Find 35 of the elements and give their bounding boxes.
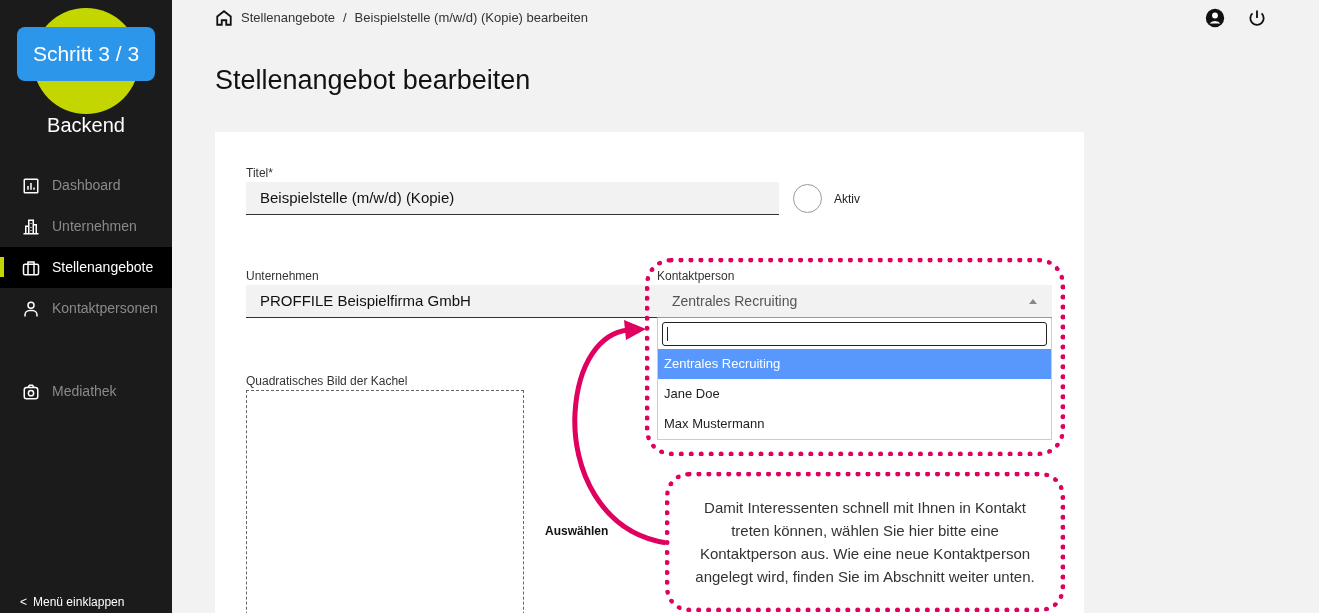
contact-select[interactable]: Zentrales Recruiting <box>657 285 1052 318</box>
nav-item[interactable]: Mediathek <box>0 371 172 412</box>
camera-icon <box>22 382 40 401</box>
field-label: Quadratisches Bild der Kachel <box>246 373 409 390</box>
dropdown-option[interactable]: Max Mustermann <box>658 409 1051 439</box>
title-input[interactable]: Beispielstelle (m/w/d) (Kopie) <box>246 182 779 215</box>
nav-item[interactable]: Dashboard <box>0 165 172 206</box>
breadcrumb-link[interactable]: Stellenangebote <box>241 8 335 28</box>
building-icon <box>22 217 40 236</box>
home-icon[interactable] <box>215 9 233 27</box>
app-title: Backend <box>46 113 126 138</box>
active-toggle[interactable] <box>793 184 822 213</box>
power-icon[interactable] <box>1247 8 1267 28</box>
active-label: Aktiv <box>834 190 860 208</box>
bar-chart-icon <box>22 176 40 195</box>
field-label: Titel* <box>246 165 274 182</box>
field-label: Kontaktperson <box>657 268 736 285</box>
annotation-text: Damit Interessenten schnell mit Ihnen in Kontakt treten können, wählen Sie hier bitte eine Kontaktperson aus. Wie eine neue Kontaktperson angelegt wird, finden Sie im Abschnitt weiter unten. <box>694 498 1036 587</box>
dropdown-option[interactable]: Jane Doe <box>658 379 1051 409</box>
breadcrumb-current: Beispielstelle (m/w/d) (Kopie) bearbeiten <box>354 9 588 28</box>
dropdown-search-field[interactable] <box>662 322 1047 346</box>
company-select[interactable]: PROFFILE Beispielfirma GmbH <box>246 285 657 318</box>
nav-item[interactable]: Stellenangebote <box>0 247 172 288</box>
caret-icon <box>1029 298 1037 304</box>
collapse-menu-link[interactable]: < Menü einklappen <box>0 593 172 613</box>
step-badge: Schritt 3 / 3 <box>17 27 155 81</box>
select-image-button[interactable]: Auswählen <box>545 522 609 540</box>
person-icon <box>22 299 40 318</box>
nav-item[interactable]: Unternehmen <box>0 206 172 247</box>
field-label: Unternehmen <box>246 268 320 285</box>
user-account-icon[interactable] <box>1205 8 1225 28</box>
briefcase-icon <box>22 258 40 277</box>
page-title: Stellenangebot bearbeiten <box>215 64 532 96</box>
nav-item[interactable]: Kontaktpersonen <box>0 288 172 329</box>
breadcrumb-separator: / <box>343 9 347 28</box>
